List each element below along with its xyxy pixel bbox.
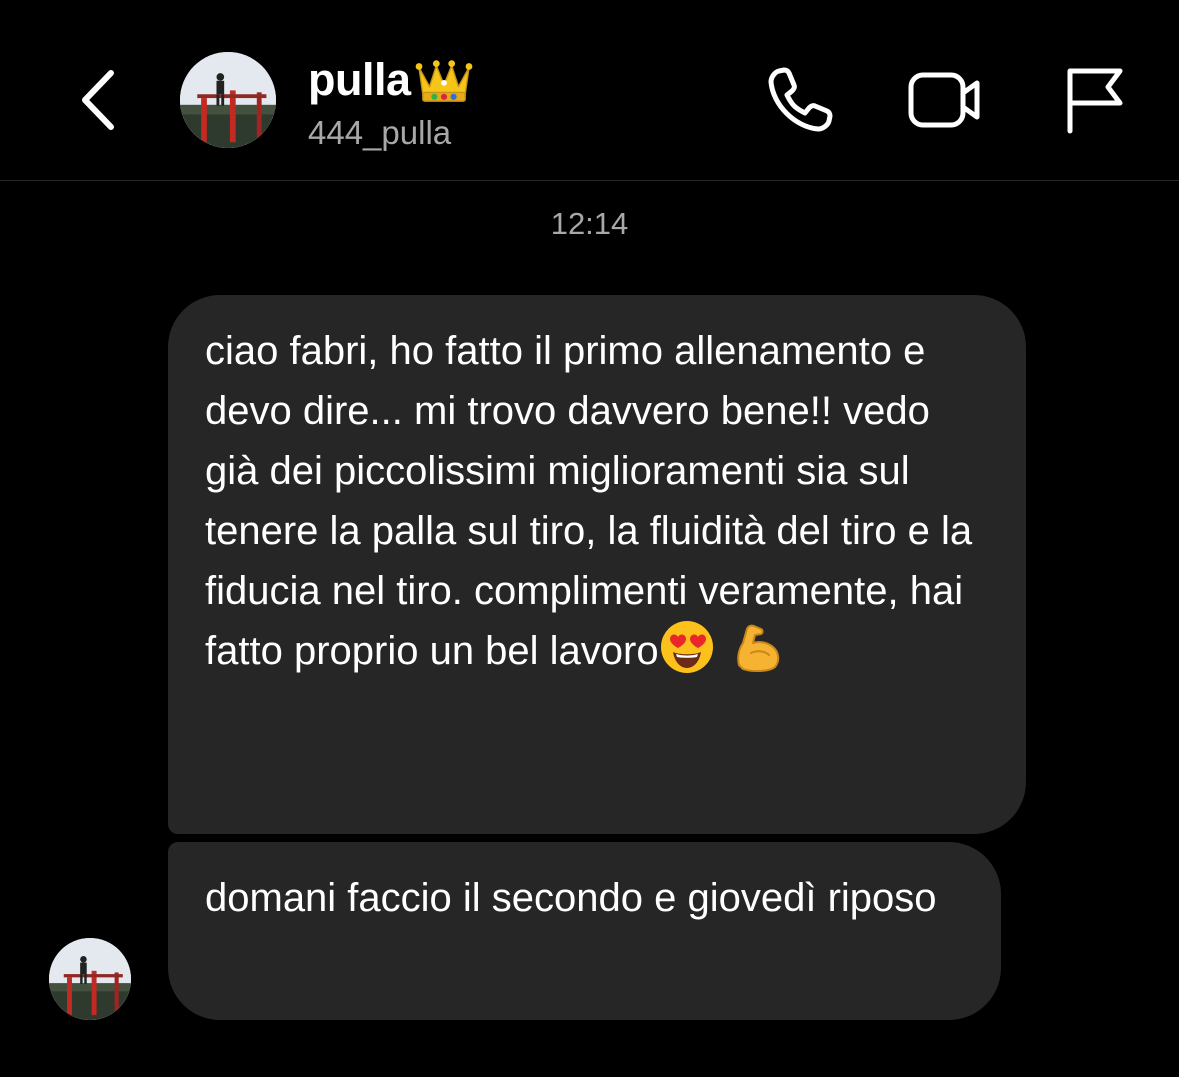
avatar-image — [180, 52, 276, 148]
flag-icon — [1067, 68, 1123, 134]
message-text: domani faccio il secondo e giovedì ripos… — [205, 876, 937, 920]
heart-eyes-emoji — [659, 619, 715, 675]
message-bubble[interactable]: ciao fabri, ho fatto il primo allenament… — [168, 295, 1026, 834]
flexed-biceps-emoji — [729, 619, 785, 675]
chevron-left-icon — [82, 70, 114, 130]
report-button[interactable] — [1052, 58, 1136, 142]
audio-call-button[interactable] — [758, 58, 842, 142]
sender-avatar[interactable] — [49, 938, 131, 1020]
chat-header: pulla 444_pulla — [0, 0, 1179, 181]
video-call-button[interactable] — [903, 58, 987, 142]
message-timestamp: 12:14 — [550, 206, 629, 241]
contact-name-row: pulla — [308, 50, 473, 110]
contact-title[interactable]: pulla 444_pulla — [308, 50, 473, 152]
back-button[interactable] — [62, 60, 132, 140]
message-text: ciao fabri, ho fatto il primo allenament… — [205, 329, 973, 673]
contact-name: pulla — [308, 54, 411, 105]
video-camera-icon — [908, 72, 980, 128]
phone-icon — [768, 67, 833, 132]
message-bubble[interactable]: domani faccio il secondo e giovedì ripos… — [168, 842, 1001, 1020]
avatar-image — [49, 938, 131, 1020]
contact-avatar[interactable] — [180, 52, 276, 148]
contact-username: 444_pulla — [308, 114, 452, 151]
crown-emoji — [415, 60, 472, 102]
